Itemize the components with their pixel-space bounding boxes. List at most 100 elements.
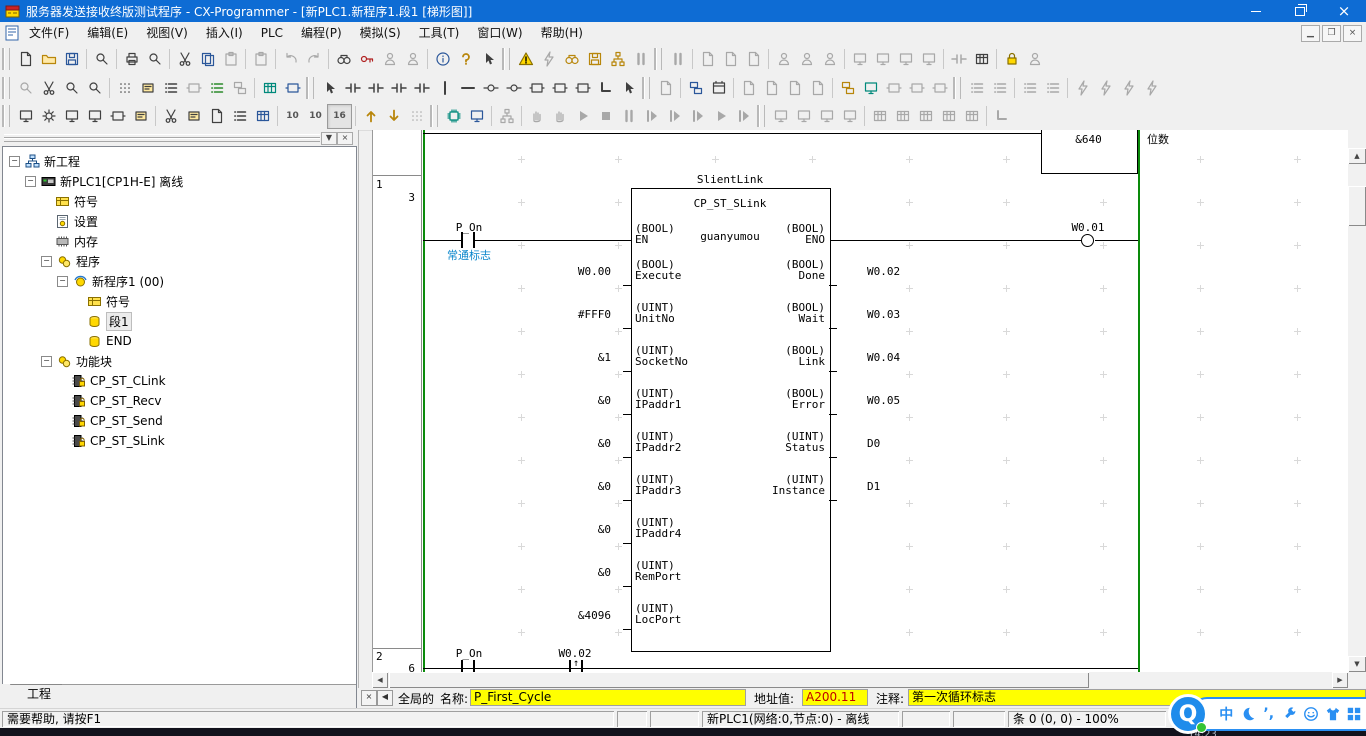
cut-button[interactable] <box>173 47 196 70</box>
fb-output-operand-done[interactable]: W0.02 <box>867 266 987 278</box>
transfer-check-button[interactable] <box>606 47 629 70</box>
zoom-region-button[interactable] <box>37 76 60 99</box>
tree-item-cp-st-send[interactable]: CP_ST_Send <box>57 411 163 431</box>
tree-item-cp-st-slink[interactable]: CP_ST_SLink <box>57 431 165 451</box>
fb-library-button[interactable] <box>836 76 859 99</box>
menu-item-2[interactable]: 编辑(E) <box>78 23 137 44</box>
menu-item-8[interactable]: 工具(T) <box>410 23 469 44</box>
fb-input-operand-socketno[interactable]: &1 <box>493 352 611 364</box>
print-button[interactable] <box>120 47 143 70</box>
workspace-grip[interactable]: ▼ × <box>2 132 354 144</box>
fb-output-operand-status[interactable]: D0 <box>867 438 987 450</box>
ladder-vscrollbar[interactable]: ▲ ▼ <box>1348 130 1366 672</box>
compare-with-plc-button[interactable] <box>405 105 428 128</box>
df2-button[interactable] <box>891 105 914 128</box>
df5-button[interactable] <box>960 105 983 128</box>
watch-window-button[interactable] <box>707 76 730 99</box>
mnemonic-view-button[interactable] <box>258 76 281 99</box>
fb-input-operand-remport[interactable]: &0 <box>493 567 611 579</box>
tree-expander-icon[interactable]: − <box>41 256 52 267</box>
new-or-closed-contact-button[interactable] <box>410 76 433 99</box>
online-edit-send-button[interactable] <box>795 47 818 70</box>
workspace-close-button[interactable]: × <box>337 132 353 145</box>
tree-expander-icon[interactable]: − <box>25 176 36 187</box>
mode-monitor-button[interactable] <box>548 105 571 128</box>
properties-button[interactable] <box>129 105 152 128</box>
step-in-button[interactable] <box>663 105 686 128</box>
toolbar-gripper[interactable] <box>4 48 10 70</box>
find-button[interactable] <box>332 47 355 70</box>
online-edit-compile-button[interactable] <box>537 47 560 70</box>
output-window-button[interactable] <box>83 105 106 128</box>
mark1-button[interactable] <box>1071 76 1094 99</box>
new-horizontal-button[interactable] <box>456 76 479 99</box>
symbol-bar-close-button[interactable]: × <box>361 690 377 706</box>
symbol-name-field[interactable]: P_First_Cycle <box>470 689 746 706</box>
return-button[interactable] <box>990 105 1013 128</box>
line-connect-button[interactable] <box>594 76 617 99</box>
toolbar-gripper[interactable] <box>504 48 510 70</box>
monitor-window2-button[interactable] <box>871 47 894 70</box>
release-password-button[interactable] <box>1023 47 1046 70</box>
monitor-hex-button[interactable]: 16 <box>327 104 352 129</box>
fb-input-operand-ipaddr4[interactable]: &0 <box>493 524 611 536</box>
compile-view-button[interactable] <box>90 47 113 70</box>
ime-emoji-smile-icon[interactable] <box>1302 705 1320 723</box>
sort-ascending-button[interactable] <box>1018 76 1041 99</box>
mark2-button[interactable] <box>1094 76 1117 99</box>
step-out-button[interactable] <box>686 105 709 128</box>
zoom-in-button[interactable] <box>60 76 83 99</box>
fb-output-operand-instance[interactable]: D1 <box>867 481 987 493</box>
new-closed-contact-button[interactable] <box>364 76 387 99</box>
mdi-restore-button[interactable]: ❒ <box>1322 25 1341 42</box>
df3-button[interactable] <box>914 105 937 128</box>
line-delete-button[interactable] <box>617 76 640 99</box>
scroll-left-icon[interactable]: ◀ <box>372 672 388 688</box>
watch-sheet-button[interactable] <box>106 105 129 128</box>
edit4-button[interactable] <box>806 76 829 99</box>
tab-project[interactable]: 工程 <box>10 684 68 705</box>
symbol-bar-back-button[interactable]: ◀ <box>377 690 393 706</box>
tree-item-new-program1[interactable]: −新程序1 (00) <box>57 271 164 291</box>
tree-item-programs[interactable]: −程序 <box>41 251 100 271</box>
ime-panel-grid-icon[interactable] <box>1345 705 1363 723</box>
monitor-window3-button[interactable] <box>894 47 917 70</box>
pmon1-button[interactable] <box>769 105 792 128</box>
transfer-from-plc-button[interactable] <box>382 105 405 128</box>
print-preview-button[interactable] <box>143 47 166 70</box>
time-chart-monitor-button[interactable] <box>970 47 993 70</box>
new-or-contact-button[interactable] <box>387 76 410 99</box>
window3-button[interactable] <box>928 76 951 99</box>
stop-button[interactable] <box>594 105 617 128</box>
local-symbols-button[interactable] <box>182 105 205 128</box>
undo-button[interactable] <box>279 47 302 70</box>
monitor-window1-button[interactable] <box>848 47 871 70</box>
save-project-button[interactable] <box>60 47 83 70</box>
window1-button[interactable] <box>882 76 905 99</box>
restore-button[interactable] <box>1278 0 1322 22</box>
new-coil-button[interactable] <box>479 76 502 99</box>
context-help-button[interactable] <box>477 47 500 70</box>
find-window-button[interactable] <box>60 105 83 128</box>
df1-button[interactable] <box>868 105 891 128</box>
close-button[interactable]: × <box>1322 0 1366 22</box>
ime-skin-shirt-icon[interactable] <box>1324 705 1342 723</box>
retrace-button[interactable] <box>401 47 424 70</box>
simulator-network-button[interactable] <box>495 105 518 128</box>
scroll-down-icon[interactable]: ▼ <box>1348 656 1366 672</box>
scan-run-button[interactable] <box>732 105 755 128</box>
menu-item-5[interactable]: PLC <box>252 23 292 44</box>
fb-input-operand-execute[interactable]: W0.00 <box>493 266 611 278</box>
tree-expander-icon[interactable]: − <box>9 156 20 167</box>
scroll-up-icon[interactable]: ▲ <box>1348 148 1366 164</box>
pmon3-button[interactable] <box>815 105 838 128</box>
run-button[interactable] <box>571 105 594 128</box>
edit3-button[interactable] <box>783 76 806 99</box>
window2-button[interactable] <box>905 76 928 99</box>
new-fb-invocation-button[interactable] <box>571 76 594 99</box>
zoom-out-button[interactable] <box>83 76 106 99</box>
outdent-button[interactable] <box>965 76 988 99</box>
compile-program-button[interactable] <box>514 47 537 70</box>
comment-view-button[interactable] <box>281 76 304 99</box>
online-edit-cancel-button[interactable] <box>818 47 841 70</box>
